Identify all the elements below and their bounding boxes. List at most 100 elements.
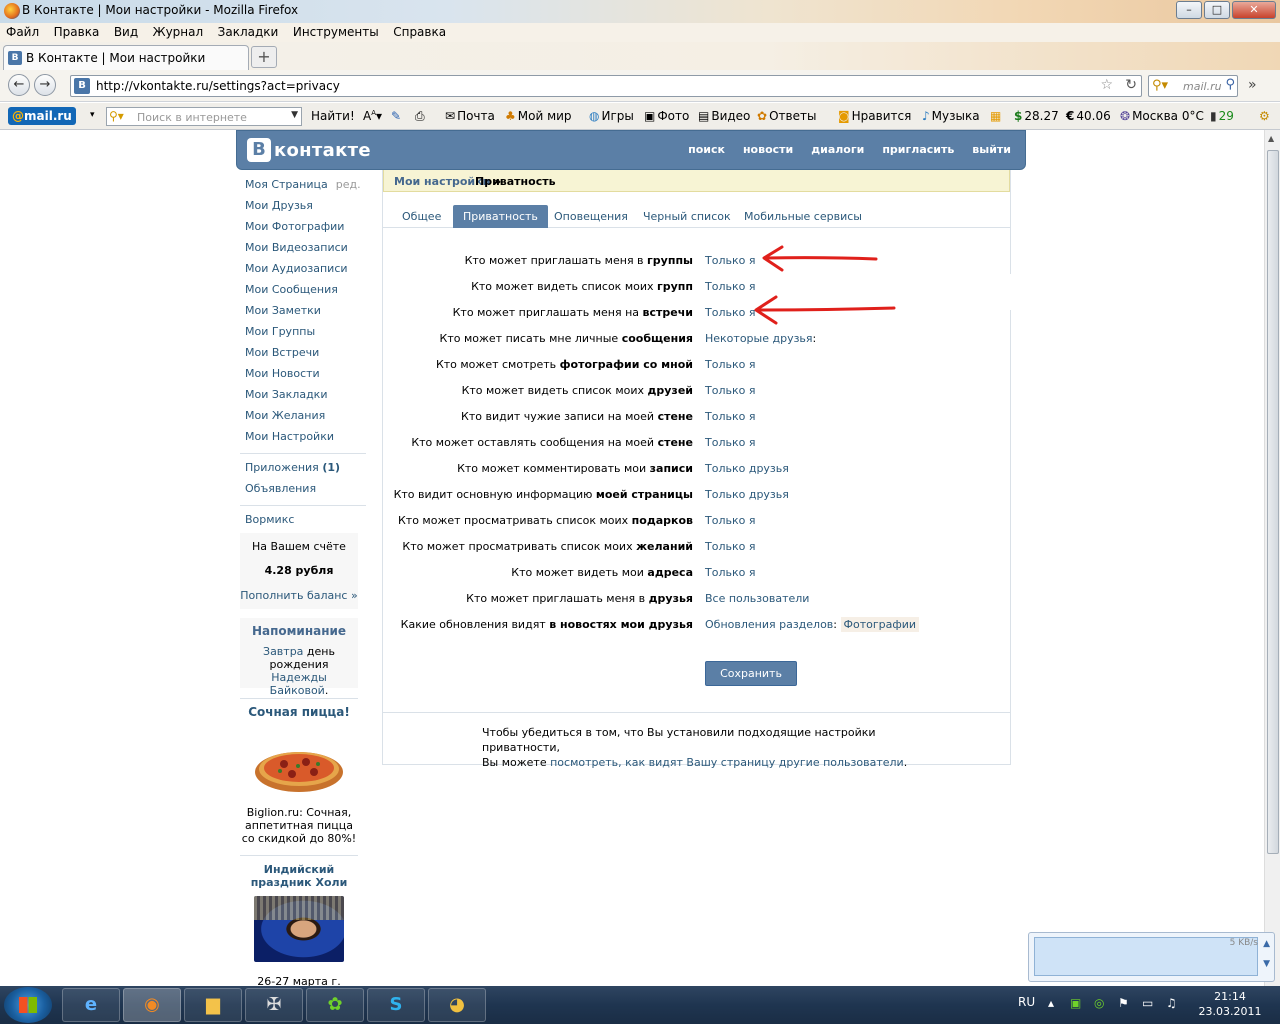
- ad-holi-title[interactable]: Индийский праздник Холи: [240, 863, 358, 889]
- taskbar-firefox[interactable]: ◉: [123, 988, 181, 1022]
- settings-gear-icon[interactable]: ⚙: [1259, 109, 1270, 123]
- scroll-down-icon[interactable]: ▼: [1263, 959, 1270, 969]
- weather[interactable]: ❂ Москва 0°C: [1120, 109, 1204, 123]
- sidebar-item-groups[interactable]: Мои Группы: [245, 325, 361, 346]
- search-go-icon[interactable]: ⚲: [1225, 77, 1235, 92]
- action-center-flag-icon[interactable]: ⚑: [1118, 996, 1129, 1010]
- nav-dialogs[interactable]: диалоги: [811, 143, 864, 156]
- mail-notify-icon[interactable]: ▦: [990, 109, 1001, 123]
- mailbar-myworld[interactable]: ♣ Мой мир: [505, 109, 572, 123]
- mailbar-answers[interactable]: ✿ Ответы: [757, 109, 816, 123]
- sidebar-item-messages[interactable]: Мои Сообщения: [245, 283, 361, 304]
- sidebar-item-settings[interactable]: Мои Настройки: [245, 430, 361, 451]
- tab-notifications[interactable]: Оповещения: [544, 205, 638, 228]
- usd-rate[interactable]: $28.27: [1014, 109, 1059, 123]
- browser-tab[interactable]: B В Контакте | Мои настройки: [3, 45, 249, 70]
- tab-general[interactable]: Общее: [392, 205, 451, 228]
- page-icon[interactable]: ⎙: [415, 109, 425, 124]
- reload-icon[interactable]: ↻: [1125, 77, 1137, 93]
- search-box[interactable]: ⚲▾ mail.ru ⚲: [1148, 75, 1238, 97]
- privacy-value-link[interactable]: Только я: [705, 540, 755, 553]
- eur-rate[interactable]: €40.06: [1066, 109, 1111, 123]
- taskbar-ie[interactable]: e: [62, 988, 120, 1022]
- privacy-value-link[interactable]: Только я: [705, 436, 755, 449]
- search-engine-icon[interactable]: ⚲▾: [1152, 78, 1168, 93]
- nav-logout[interactable]: выйти: [972, 143, 1011, 156]
- mailbar-mail[interactable]: ✉ Почта: [445, 109, 495, 123]
- save-button[interactable]: Сохранить: [705, 661, 797, 686]
- language-indicator[interactable]: RU: [1018, 995, 1035, 1009]
- sidebar-item-news[interactable]: Мои Новости: [245, 367, 361, 388]
- sidebar-item-photos[interactable]: Мои Фотографии: [245, 220, 361, 241]
- address-bar[interactable]: B http://vkontakte.ru/settings?act=priva…: [70, 75, 1142, 97]
- taskbar-explorer[interactable]: ▆: [184, 988, 242, 1022]
- pencil-icon[interactable]: ✎: [391, 109, 401, 123]
- network-icon[interactable]: ▭: [1142, 996, 1153, 1010]
- clock[interactable]: 21:14 23.03.2011: [1190, 989, 1270, 1019]
- taskbar-paint[interactable]: ◕: [428, 988, 486, 1022]
- mailru-logo[interactable]: @mail.ru: [8, 107, 76, 125]
- back-button[interactable]: ←: [8, 74, 30, 96]
- start-button[interactable]: [4, 987, 52, 1023]
- mailbar-music[interactable]: ♪ Музыка: [922, 109, 980, 123]
- nav-search[interactable]: поиск: [688, 143, 725, 156]
- sidebar-item-my-page[interactable]: Моя Страница ред.: [245, 178, 361, 199]
- ad-pizza-title[interactable]: Сочная пицца!: [240, 705, 358, 719]
- mailbar-like[interactable]: ◙ Нравится: [838, 109, 911, 123]
- tray-expand-icon[interactable]: ▴: [1048, 996, 1054, 1010]
- traffic-widget[interactable]: ▮ 29: [1210, 109, 1234, 123]
- privacy-value-link[interactable]: Только я: [705, 514, 755, 527]
- nav-news[interactable]: новости: [743, 143, 793, 156]
- sidebar-item-apps[interactable]: Приложения (1): [245, 461, 361, 482]
- scroll-up-icon[interactable]: ▲: [1268, 134, 1274, 143]
- menu-edit[interactable]: Правка: [48, 23, 105, 39]
- new-tab-button[interactable]: +: [251, 46, 277, 68]
- scroll-up-icon[interactable]: ▲: [1263, 939, 1270, 949]
- taskbar-scorpion-app[interactable]: ✠: [245, 988, 303, 1022]
- mailru-find-button[interactable]: Найти!: [311, 109, 355, 123]
- sidebar-item-notes[interactable]: Мои Заметки: [245, 304, 361, 325]
- reminder-person-link[interactable]: Надежды Байковой: [270, 671, 327, 697]
- privacy-value-link[interactable]: Только я: [705, 566, 755, 579]
- chevron-down-icon[interactable]: ▼: [291, 110, 298, 120]
- site-identity-icon[interactable]: B: [74, 78, 90, 94]
- nav-invite[interactable]: пригласить: [882, 143, 954, 156]
- sidebar-item-videos[interactable]: Мои Видеозаписи: [245, 241, 361, 262]
- font-size-icon[interactable]: AA▾: [363, 109, 382, 123]
- sidebar-item-events[interactable]: Мои Встречи: [245, 346, 361, 367]
- close-button[interactable]: ✕: [1232, 1, 1276, 19]
- privacy-value-link[interactable]: Все пользователи: [705, 592, 809, 605]
- page-scrollbar[interactable]: ▲ ▼: [1264, 130, 1280, 986]
- privacy-value-link[interactable]: Некоторые друзья:: [705, 332, 816, 345]
- sidebar-item-audio[interactable]: Мои Аудиозаписи: [245, 262, 361, 283]
- topup-balance-link[interactable]: Пополнить баланс »: [240, 577, 358, 602]
- mailbar-photo[interactable]: ▣ Фото: [644, 109, 689, 123]
- privacy-value-link[interactable]: Только я: [705, 254, 755, 267]
- mailru-dropdown-icon[interactable]: ▾: [90, 110, 95, 120]
- menu-help[interactable]: Справка: [387, 23, 451, 39]
- sidebar-item-wishes[interactable]: Мои Желания: [245, 409, 361, 430]
- menu-view[interactable]: Вид: [108, 23, 143, 39]
- download-tray[interactable]: 5 KB/s ▲ ▼: [1028, 932, 1275, 982]
- edit-menu-link[interactable]: ред.: [336, 178, 361, 191]
- ad-holi-text[interactable]: 26-27 марта г. Москва: [240, 975, 358, 986]
- tray-green-icon[interactable]: ▣: [1070, 996, 1081, 1010]
- sidebar-item-wormix[interactable]: Вормикс: [245, 513, 361, 534]
- privacy-value-link[interactable]: Только друзья: [705, 488, 789, 501]
- sidebar-item-ads[interactable]: Объявления: [245, 482, 361, 503]
- menu-file[interactable]: Файл: [0, 23, 44, 39]
- mailbar-video[interactable]: ▤ Видео: [698, 109, 750, 123]
- ad-pizza-image[interactable]: [254, 738, 344, 794]
- sidebar-item-bookmarks[interactable]: Мои Закладки: [245, 388, 361, 409]
- bookmark-star-icon[interactable]: ☆: [1100, 77, 1113, 93]
- menu-history[interactable]: Журнал: [147, 23, 209, 39]
- privacy-value-link[interactable]: Только я: [705, 384, 755, 397]
- menu-tools[interactable]: Инструменты: [287, 23, 384, 39]
- mailru-search-input[interactable]: ⚲▾ Поиск в интернете ▼: [106, 107, 302, 126]
- forward-button[interactable]: →: [34, 74, 56, 96]
- privacy-value-link[interactable]: Только друзья: [705, 462, 789, 475]
- view-page-as-others-link[interactable]: посмотреть, как видят Вашу страницу друг…: [550, 756, 904, 769]
- menu-bookmarks[interactable]: Закладки: [212, 23, 284, 39]
- toolbar-overflow-icon[interactable]: »: [1248, 77, 1257, 93]
- tab-privacy[interactable]: Приватность: [453, 205, 548, 228]
